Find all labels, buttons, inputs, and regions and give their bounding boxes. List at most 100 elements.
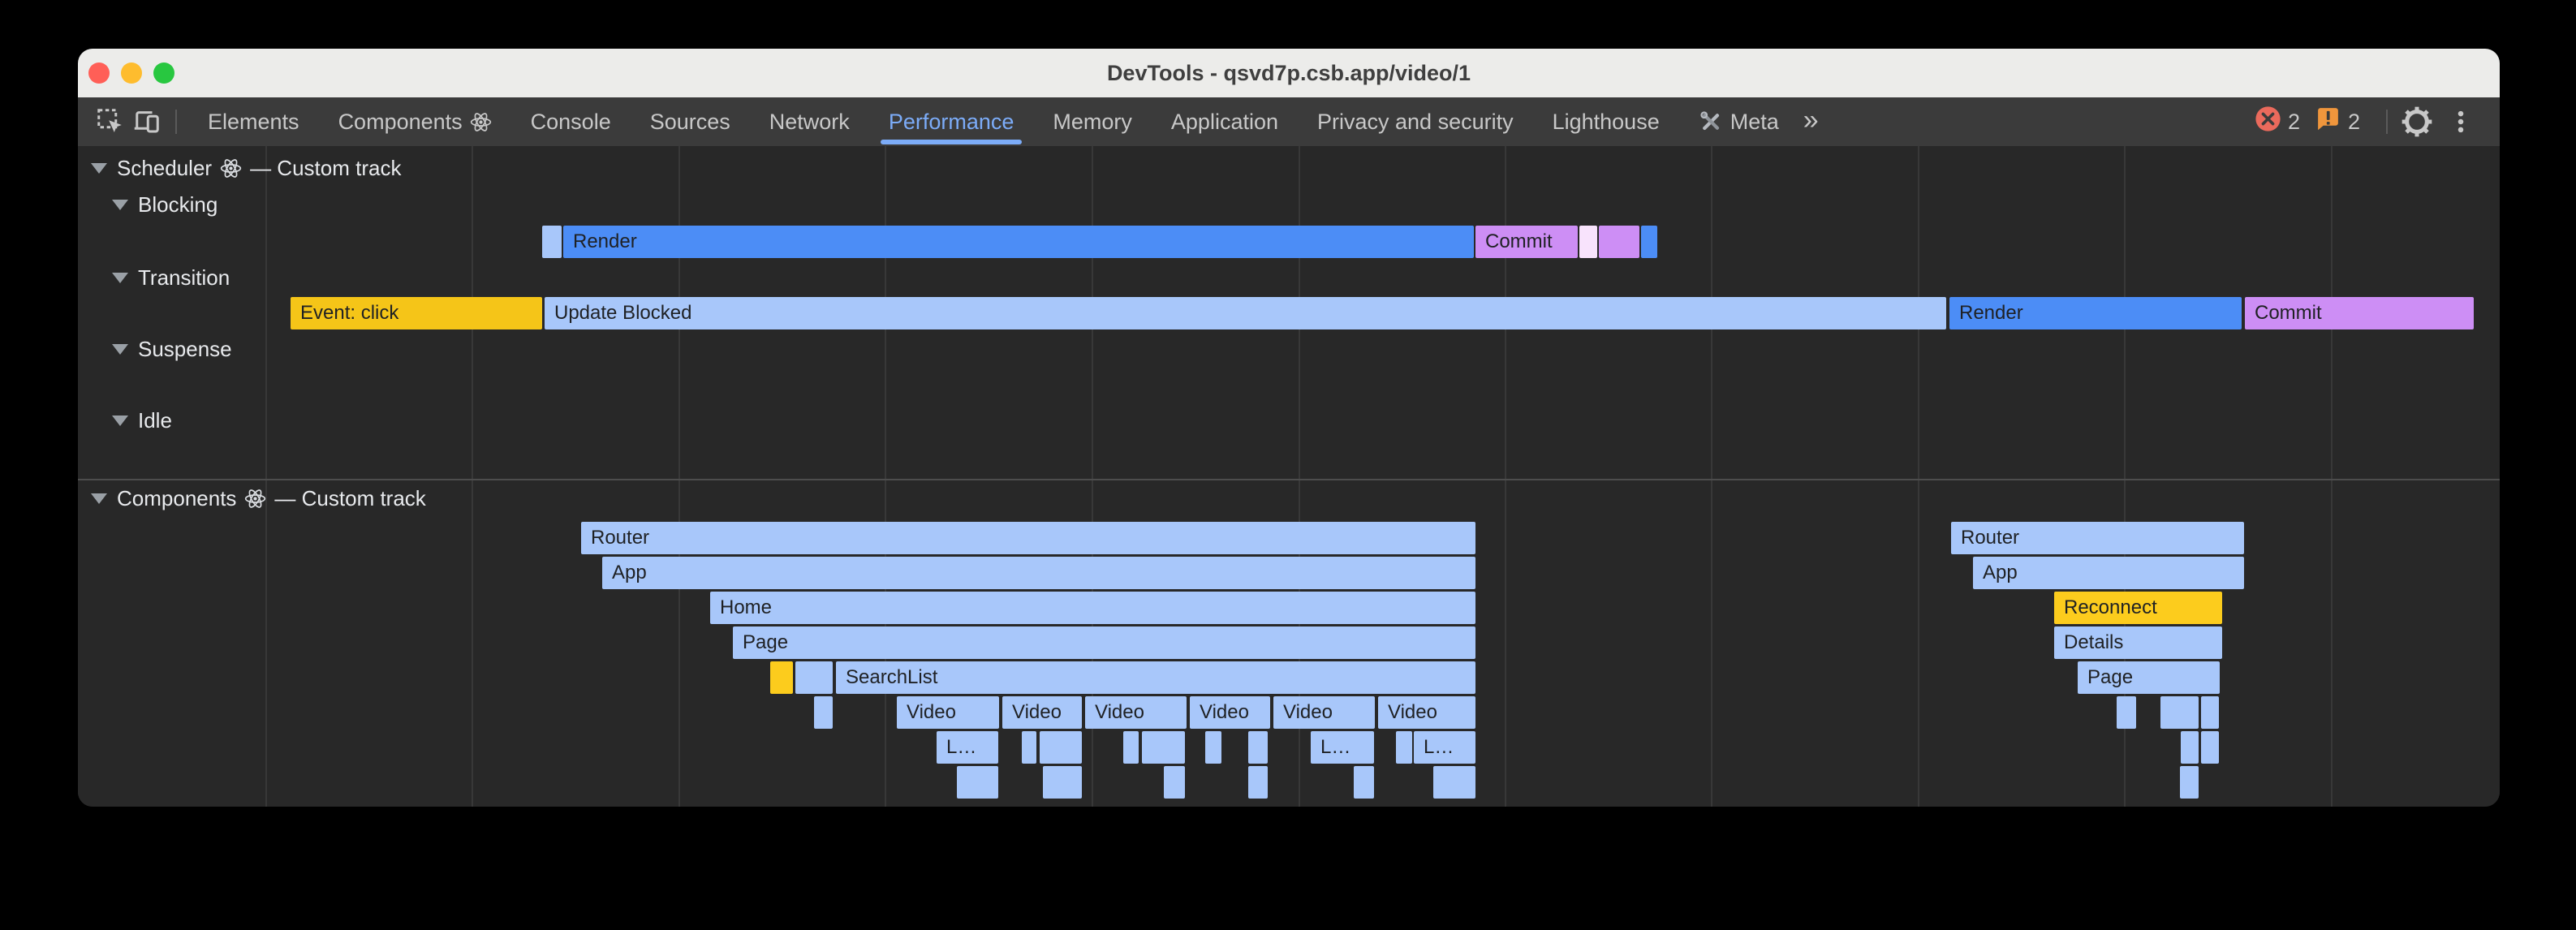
flame-bar[interactable] [1248, 766, 1268, 799]
flame-bar[interactable] [1433, 766, 1475, 799]
collapse-triangle-icon[interactable] [112, 415, 128, 426]
flame-bar[interactable] [1164, 766, 1185, 799]
flame-bar-router[interactable]: Router [1951, 522, 2244, 554]
tab-label: Memory [1053, 110, 1132, 135]
flame-bar[interactable] [2181, 731, 2199, 764]
tab-label: Network [769, 110, 850, 135]
flame-bar-router[interactable]: Router [581, 522, 1475, 554]
tab-label: Meta [1730, 110, 1779, 135]
tab-network[interactable]: Network [750, 97, 869, 146]
device-toolbar-icon[interactable] [128, 104, 164, 140]
flame-bar-video[interactable]: Video [897, 696, 999, 729]
error-badge[interactable]: 2 [2255, 105, 2300, 138]
flame-bar[interactable] [957, 766, 998, 799]
tab-meta[interactable]: Meta [1679, 97, 1798, 146]
tab-label: Elements [208, 110, 299, 135]
track-suffix: — Custom track [250, 156, 401, 181]
warning-badge[interactable]: 2 [2315, 105, 2360, 138]
track-suffix: — Custom track [274, 486, 425, 511]
react-atom-icon [470, 111, 492, 133]
lane-label-idle[interactable]: Idle [112, 407, 172, 434]
flame-bar-commit[interactable]: Commit [2245, 297, 2474, 329]
collapse-triangle-icon[interactable] [91, 163, 107, 174]
kebab-menu-icon[interactable] [2443, 104, 2479, 140]
flame-bar[interactable] [1641, 226, 1657, 258]
tab-privacy-and-security[interactable]: Privacy and security [1298, 97, 1533, 146]
track-title: Scheduler [117, 156, 212, 181]
flame-bar[interactable] [795, 661, 833, 694]
flame-bar[interactable] [1396, 731, 1412, 764]
collapse-triangle-icon[interactable] [112, 273, 128, 283]
error-icon [2255, 105, 2281, 138]
flame-bar-update-blocked[interactable]: Update Blocked [545, 297, 1946, 329]
tab-console[interactable]: Console [511, 97, 631, 146]
lane-name: Idle [138, 408, 172, 433]
flame-bar-app[interactable]: App [602, 557, 1475, 589]
flame-bar[interactable] [2160, 696, 2199, 729]
flame-bar-page[interactable]: Page [733, 626, 1475, 659]
flame-bar-video[interactable]: Video [1085, 696, 1187, 729]
flame-bar-render[interactable]: Render [1949, 297, 2242, 329]
lane-label-transition[interactable]: Transition [112, 264, 230, 291]
flame-bar[interactable] [1123, 731, 1139, 764]
warning-count: 2 [2348, 110, 2360, 135]
flame-bar[interactable] [2117, 696, 2136, 729]
flame-bar[interactable] [814, 696, 833, 729]
collapse-triangle-icon[interactable] [112, 344, 128, 355]
flame-bar[interactable] [2201, 731, 2219, 764]
flame-bar[interactable] [542, 226, 562, 258]
flame-bar-video[interactable]: Video [1273, 696, 1375, 729]
flame-bar-render[interactable]: Render [563, 226, 1474, 258]
tab-performance[interactable]: Performance [869, 97, 1034, 146]
track-header-components[interactable]: Components — Custom track [91, 484, 426, 512]
tab-elements[interactable]: Elements [188, 97, 319, 146]
flame-bar[interactable] [1142, 731, 1185, 764]
flame-bar-l[interactable]: L… [1414, 731, 1475, 764]
flame-bar-reconnect[interactable]: Reconnect [2054, 592, 2222, 624]
toolbar-divider [175, 110, 177, 134]
devtools-screenshot: DevTools - qsvd7p.csb.app/video/1 Elemen… [0, 0, 2576, 930]
flame-bar[interactable] [1043, 766, 1082, 799]
tab-application[interactable]: Application [1152, 97, 1298, 146]
flame-bar-home[interactable]: Home [710, 592, 1475, 624]
flame-bar[interactable] [2180, 766, 2199, 799]
flame-bar[interactable] [1248, 731, 1268, 764]
flame-bar-l[interactable]: L… [937, 731, 998, 764]
react-atom-icon [244, 488, 266, 510]
flame-bar-event-click[interactable]: Event: click [291, 297, 542, 329]
lane-label-suspense[interactable]: Suspense [112, 335, 232, 363]
flame-bar[interactable] [1205, 731, 1221, 764]
flame-bar-video[interactable]: Video [1378, 696, 1475, 729]
flame-bar-details[interactable]: Details [2054, 626, 2222, 659]
timeline-gridline [472, 146, 473, 807]
lane-label-blocking[interactable]: Blocking [112, 191, 218, 218]
inspect-icon[interactable] [93, 104, 128, 140]
flame-bar-page[interactable]: Page [2078, 661, 2220, 694]
flame-bar[interactable] [2201, 696, 2219, 729]
collapse-triangle-icon[interactable] [91, 493, 107, 504]
flame-bar-video[interactable]: Video [1190, 696, 1270, 729]
tab-components[interactable]: Components [319, 97, 511, 146]
devtools-toolbar: Elements Components Console Sources Network… [78, 97, 2500, 146]
more-tabs-chevron[interactable]: » [1803, 105, 1819, 136]
flame-bar-searchlist[interactable]: SearchList [836, 661, 1475, 694]
tab-label: Console [531, 110, 611, 135]
flame-bar-l[interactable]: L… [1311, 731, 1374, 764]
flame-bar[interactable] [1040, 731, 1082, 764]
flame-bar-commit[interactable]: Commit [1475, 226, 1578, 258]
flame-bar[interactable] [770, 661, 793, 694]
lane-name: Transition [138, 265, 230, 291]
settings-gear-icon[interactable] [2399, 104, 2435, 140]
flame-bar-app[interactable]: App [1973, 557, 2244, 589]
flame-bar[interactable] [1354, 766, 1374, 799]
tab-sources[interactable]: Sources [631, 97, 750, 146]
flame-bar[interactable] [1599, 226, 1639, 258]
tab-memory[interactable]: Memory [1033, 97, 1152, 146]
tab-lighthouse[interactable]: Lighthouse [1533, 97, 1679, 146]
flame-bar-video[interactable]: Video [1002, 696, 1082, 729]
collapse-triangle-icon[interactable] [112, 200, 128, 210]
track-header-scheduler[interactable]: Scheduler — Custom track [91, 154, 401, 182]
flame-bar[interactable] [1579, 226, 1597, 258]
flame-bar[interactable] [1022, 731, 1036, 764]
tab-label: Application [1171, 110, 1278, 135]
